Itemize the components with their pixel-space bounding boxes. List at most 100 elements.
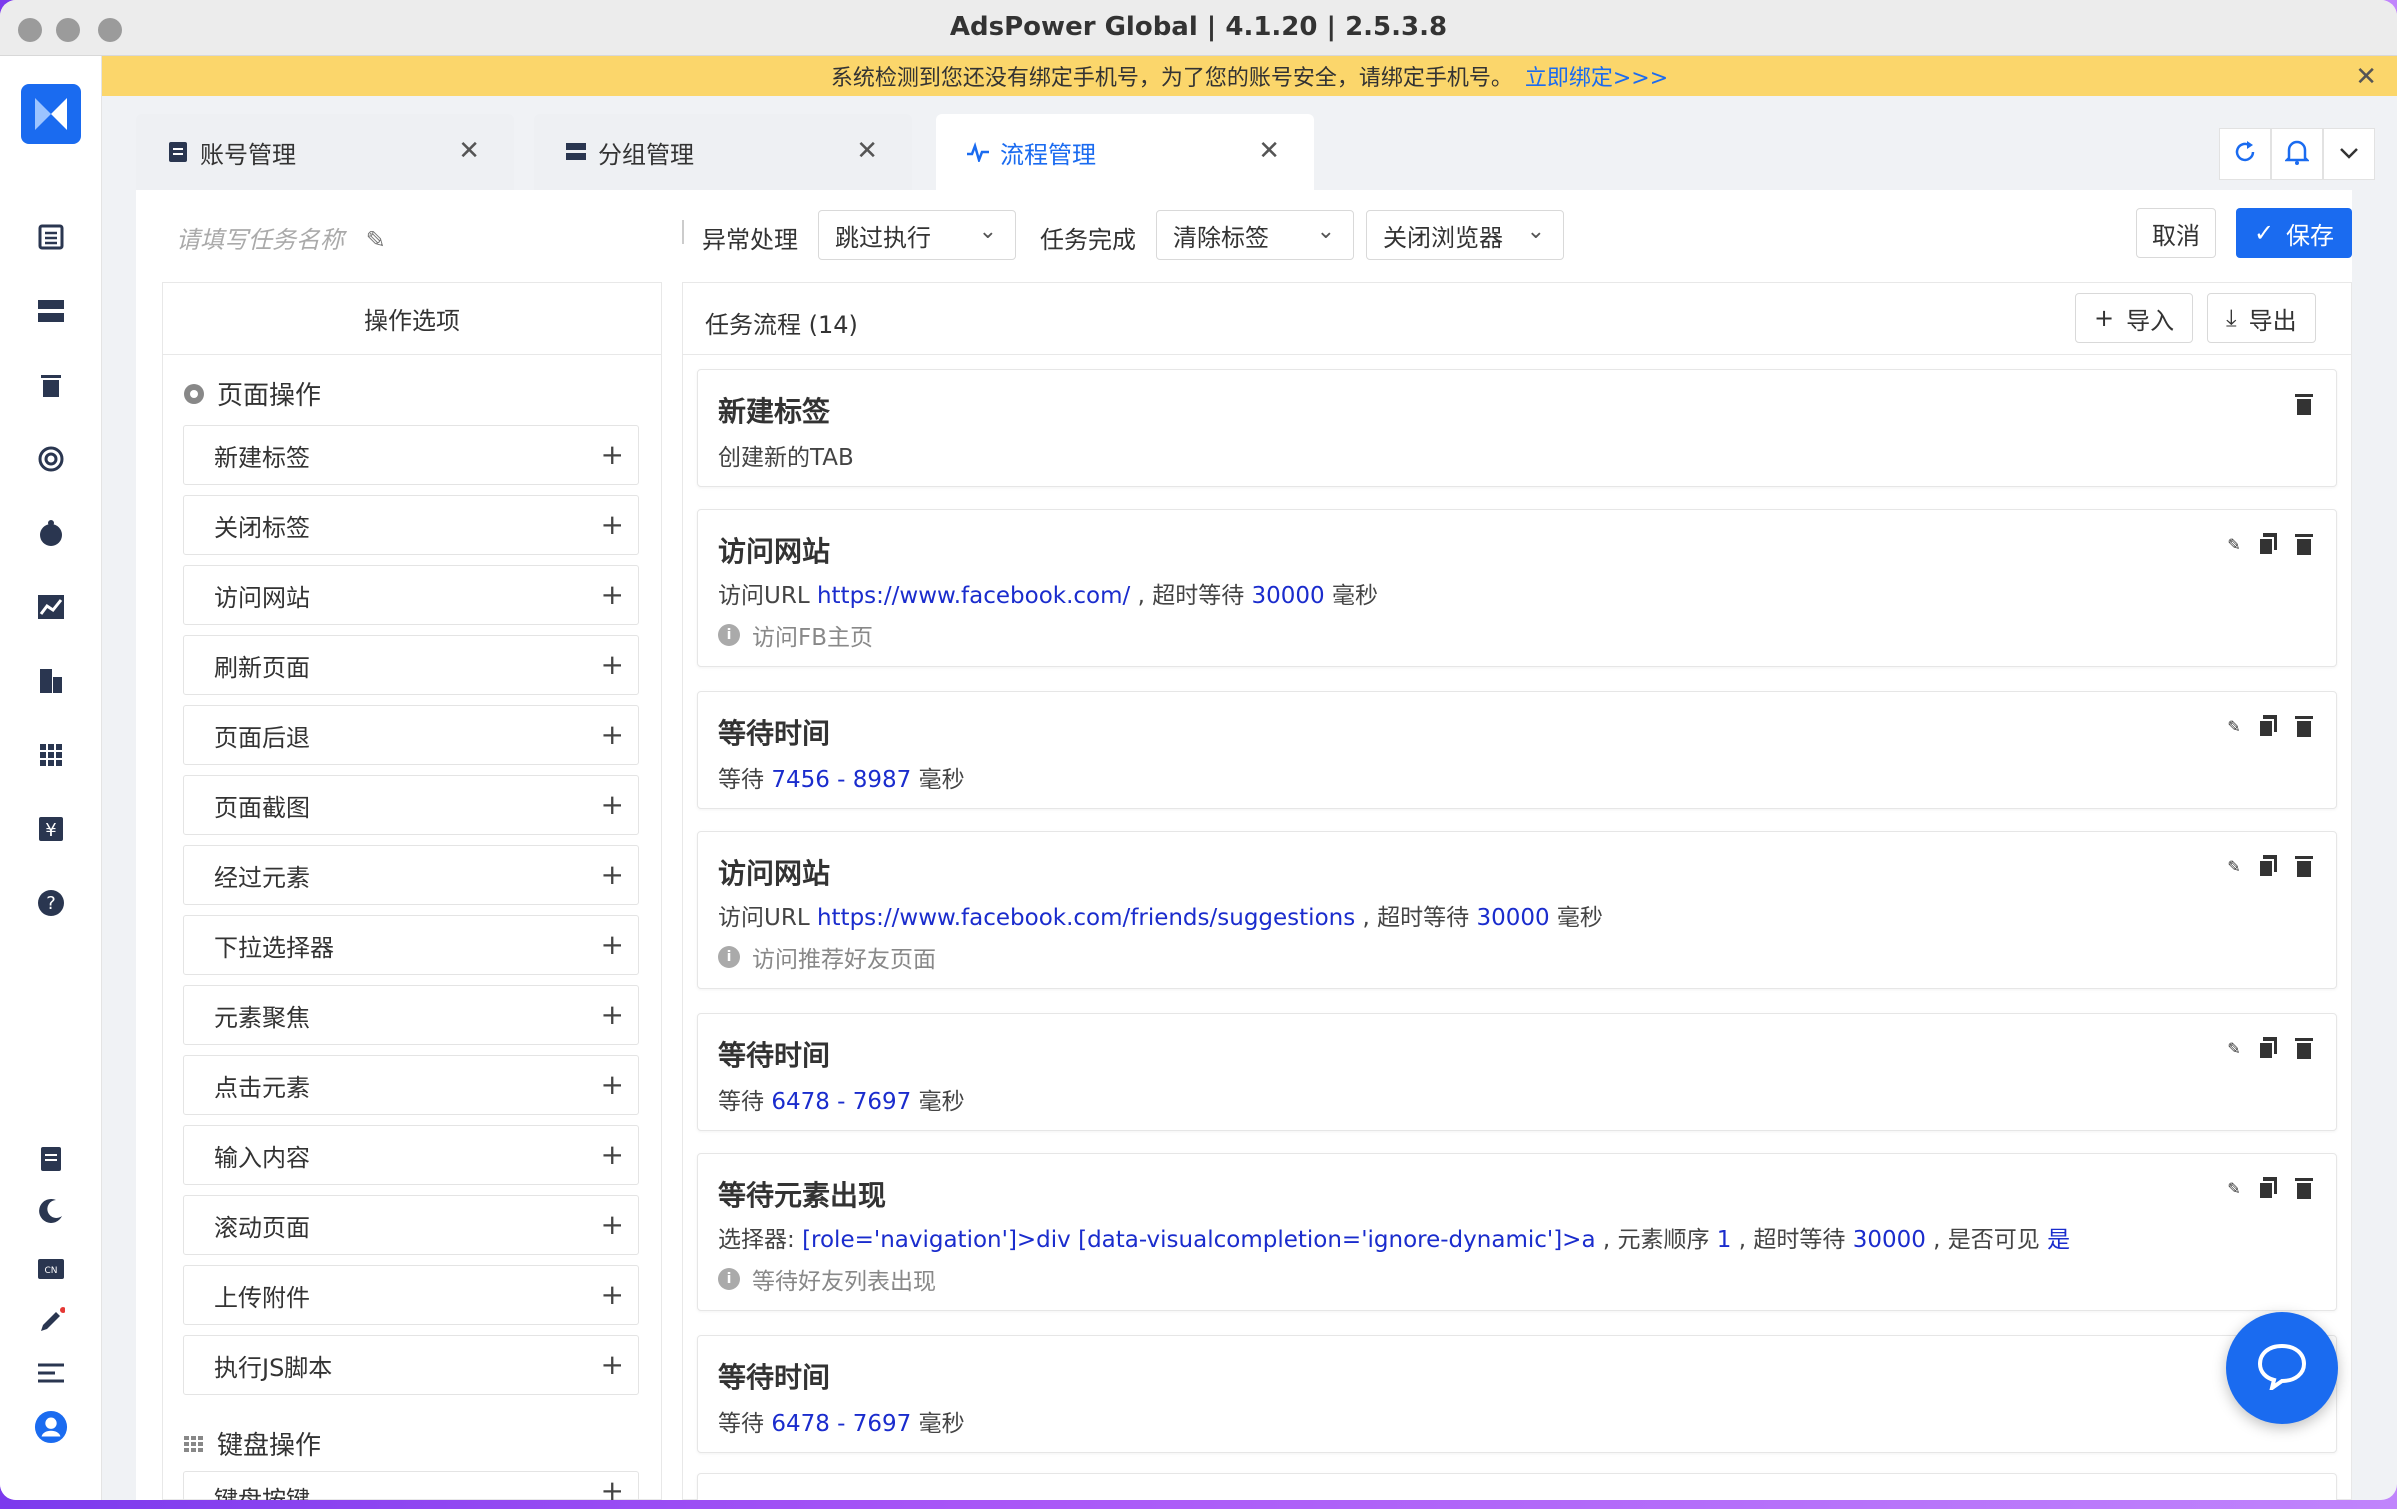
complete-tags-value: 清除标签	[1173, 223, 1269, 252]
edit-icon[interactable]	[34, 1304, 68, 1338]
option-item[interactable]: 点击元素 +	[183, 1055, 639, 1115]
tab-flow-management[interactable]: 流程管理 ✕	[936, 114, 1314, 190]
edit-icon[interactable]: ✎	[2220, 1034, 2248, 1062]
range-value: 7456 - 8987	[771, 767, 912, 793]
import-label: 导入	[2126, 306, 2175, 335]
option-item[interactable]: 关闭标签 +	[183, 495, 639, 555]
option-keyboard-key[interactable]: 键盘按键 +	[183, 1471, 639, 1500]
close-icon[interactable]: ✕	[856, 136, 878, 166]
url-value: https://www.facebook.com/	[816, 583, 1131, 609]
window-title: AdsPower Global | 4.1.20 | 2.5.3.8	[949, 12, 1448, 42]
save-button[interactable]: ✓ 保存	[2236, 208, 2352, 258]
flow-step-card[interactable]	[697, 1473, 2337, 1500]
close-icon[interactable]: ✕	[1258, 136, 1280, 166]
task-name-input[interactable]: 请填写任务名称 ✎	[176, 220, 386, 255]
bind-phone-link[interactable]: 立即绑定>>>	[1525, 60, 1668, 92]
proxy-icon[interactable]	[34, 442, 68, 476]
task-name-placeholder: 请填写任务名称	[176, 226, 344, 254]
complete-select-tags[interactable]: 清除标签 ⌄	[1156, 210, 1354, 260]
banner-close-icon[interactable]: ✕	[2355, 62, 2377, 92]
tab-account-management[interactable]: 账号管理 ✕	[136, 114, 514, 190]
flow-step-card[interactable]: 等待时间 等待 6478 - 7697 毫秒 ✎	[697, 1335, 2337, 1453]
notifications-button[interactable]	[2271, 128, 2323, 180]
building-icon[interactable]	[34, 664, 68, 698]
copy-icon[interactable]	[2254, 712, 2282, 740]
flow-step-card[interactable]: 新建标签 创建新的TAB	[697, 369, 2337, 487]
option-item[interactable]: 刷新页面 +	[183, 635, 639, 695]
flow-step-card[interactable]: 访问网站 访问URL https://www.facebook.com/frie…	[697, 831, 2337, 989]
flow-step-card[interactable]: 等待时间 等待 6478 - 7697 毫秒 ✎	[697, 1013, 2337, 1131]
option-label: 执行JS脚本	[214, 1353, 333, 1382]
copy-icon[interactable]	[2254, 1174, 2282, 1202]
step-detail: 访问URL https://www.facebook.com/ , 超时等待 3…	[718, 576, 1378, 610]
flow-step-card[interactable]: 等待时间 等待 7456 - 8987 毫秒 ✎	[697, 691, 2337, 809]
refresh-button[interactable]	[2219, 128, 2271, 180]
plus-icon: +	[600, 1278, 624, 1311]
chart-icon[interactable]	[34, 590, 68, 624]
step-detail: 等待 6478 - 7697 毫秒	[718, 1082, 965, 1116]
export-button[interactable]: ⤓ 导出	[2207, 293, 2316, 343]
delete-icon[interactable]	[2290, 1034, 2318, 1062]
language-icon[interactable]: CN	[34, 1252, 68, 1286]
group-icon[interactable]	[34, 294, 68, 328]
flow-step-card[interactable]: 等待元素出现 选择器: [role='navigation']>div [dat…	[697, 1153, 2337, 1311]
detail-label: 访问URL	[718, 583, 817, 609]
option-label: 关闭标签	[214, 513, 310, 542]
pencil-icon: ✎	[365, 226, 386, 254]
plus-icon: +	[600, 578, 624, 611]
billing-icon[interactable]: ¥	[34, 812, 68, 846]
import-button[interactable]: + 导入	[2075, 293, 2194, 343]
option-item[interactable]: 上传附件 +	[183, 1265, 639, 1325]
group-label: 键盘操作	[217, 1431, 322, 1461]
exception-select[interactable]: 跳过执行 ⌄	[818, 210, 1016, 260]
edit-icon[interactable]: ✎	[2220, 530, 2248, 558]
step-detail: 等待 6478 - 7697 毫秒	[718, 1404, 965, 1438]
delete-icon[interactable]	[2290, 852, 2318, 880]
copy-icon[interactable]	[2254, 1034, 2282, 1062]
flow-step-card[interactable]: 访问网站 访问URL https://www.facebook.com/ , 超…	[697, 509, 2337, 667]
copy-icon[interactable]	[2254, 852, 2282, 880]
delete-icon[interactable]	[2290, 390, 2318, 418]
more-tabs-button[interactable]	[2323, 128, 2375, 180]
apps-grid-icon[interactable]	[34, 738, 68, 772]
delete-icon[interactable]	[2290, 712, 2318, 740]
svg-text:¥: ¥	[45, 820, 56, 841]
edit-icon[interactable]: ✎	[2220, 1174, 2248, 1202]
option-item[interactable]: 下拉选择器 +	[183, 915, 639, 975]
option-item[interactable]: 滚动页面 +	[183, 1195, 639, 1255]
collapse-menu-icon[interactable]	[34, 1356, 68, 1390]
phone-binding-banner: 系统检测到您还没有绑定手机号，为了您的账号安全，请绑定手机号。 立即绑定>>> …	[102, 56, 2397, 96]
delete-icon[interactable]	[2290, 530, 2318, 558]
robot-icon[interactable]	[34, 516, 68, 550]
option-label: 经过元素	[214, 863, 310, 892]
dark-mode-icon[interactable]	[34, 1194, 68, 1228]
option-item[interactable]: 页面截图 +	[183, 775, 639, 835]
user-avatar-icon[interactable]	[34, 1410, 68, 1444]
step-title: 等待元素出现	[718, 1179, 887, 1212]
delete-icon[interactable]	[2290, 1174, 2318, 1202]
option-item[interactable]: 输入内容 +	[183, 1125, 639, 1185]
edit-icon[interactable]: ✎	[2220, 852, 2248, 880]
trash-icon[interactable]	[34, 368, 68, 402]
option-item[interactable]: 执行JS脚本 +	[183, 1335, 639, 1395]
option-item[interactable]: 页面后退 +	[183, 705, 639, 765]
cancel-button[interactable]: 取消	[2136, 208, 2216, 258]
option-item[interactable]: 元素聚焦 +	[183, 985, 639, 1045]
help-icon[interactable]: ?	[34, 886, 68, 920]
complete-select-browser[interactable]: 关闭浏览器 ⌄	[1366, 210, 1564, 260]
exception-value: 跳过执行	[835, 223, 931, 252]
chevron-down-icon: ⌄	[1316, 219, 1335, 244]
document-icon[interactable]	[34, 1142, 68, 1176]
option-item[interactable]: 经过元素 +	[183, 845, 639, 905]
copy-icon[interactable]	[2254, 530, 2282, 558]
option-item[interactable]: 访问网站 +	[183, 565, 639, 625]
keyboard-icon	[183, 1433, 205, 1455]
divider	[682, 220, 684, 244]
list-icon[interactable]	[34, 220, 68, 254]
support-chat-button[interactable]	[2226, 1312, 2338, 1424]
app-logo[interactable]	[21, 84, 81, 144]
tab-group-management[interactable]: 分组管理 ✕	[534, 114, 912, 190]
option-item[interactable]: 新建标签 +	[183, 425, 639, 485]
edit-icon[interactable]: ✎	[2220, 712, 2248, 740]
close-icon[interactable]: ✕	[458, 136, 480, 166]
